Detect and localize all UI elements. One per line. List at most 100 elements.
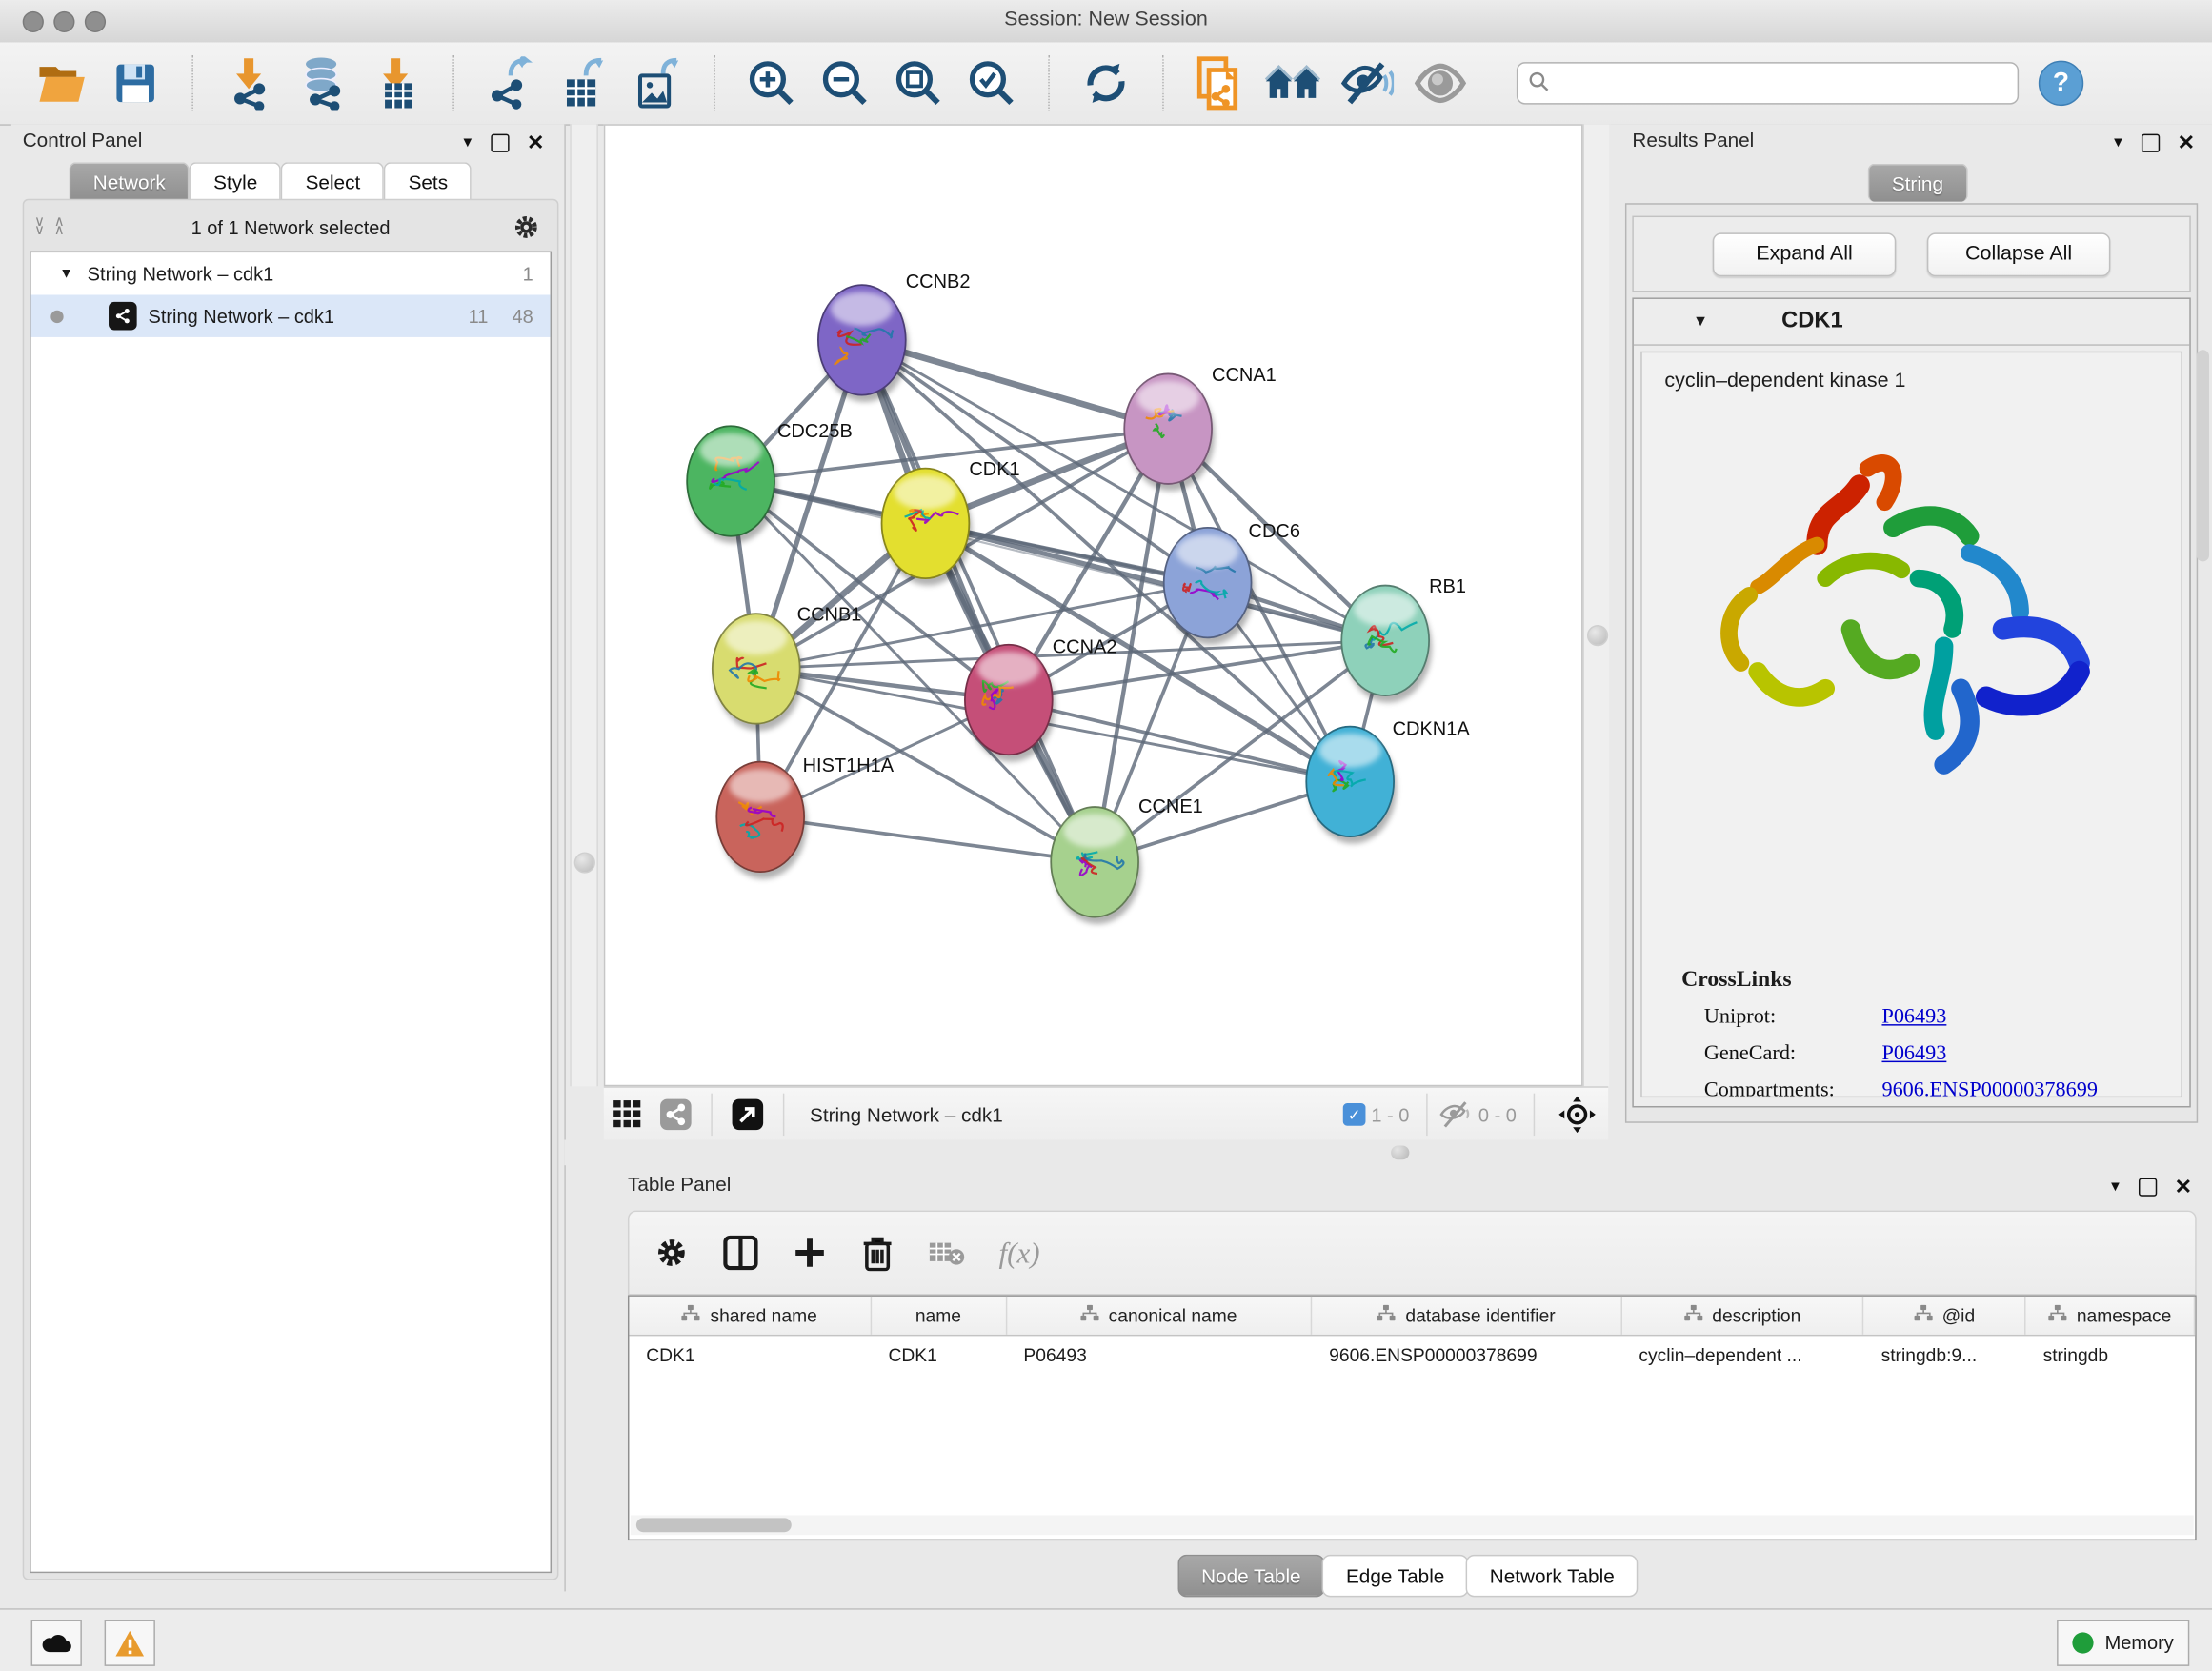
- results-scrollbar[interactable]: [2197, 350, 2209, 561]
- right-splitter-handle[interactable]: [1587, 625, 1608, 646]
- refresh-icon[interactable]: [1069, 52, 1142, 114]
- control-panel-collapse-icon[interactable]: ▼: [461, 136, 475, 151]
- main-toolbar: ?: [0, 42, 2212, 125]
- network-node-CCNB2[interactable]: CCNB2: [818, 272, 971, 402]
- crosslink-link[interactable]: 9606.ENSP00000378699: [1881, 1079, 2097, 1097]
- zoom-out-icon[interactable]: [809, 52, 882, 114]
- node-label: CDC6: [1249, 521, 1300, 542]
- import-network-icon[interactable]: [213, 52, 287, 114]
- table-row[interactable]: CDK1CDK1P064939606.ENSP00000378699cyclin…: [629, 1336, 2195, 1374]
- tab-string[interactable]: String: [1868, 164, 1968, 202]
- table-cell[interactable]: 9606.ENSP00000378699: [1312, 1336, 1621, 1374]
- column-header-name[interactable]: name: [872, 1297, 1007, 1335]
- warnings-button[interactable]: [105, 1620, 155, 1666]
- import-table-icon[interactable]: [360, 52, 433, 114]
- column-header-shared-name[interactable]: shared name: [629, 1297, 871, 1335]
- table-cell[interactable]: CDK1: [629, 1336, 871, 1374]
- network-edge[interactable]: [760, 816, 1095, 861]
- add-column-icon[interactable]: [793, 1236, 827, 1270]
- table-hscrollbar-thumb[interactable]: [636, 1518, 792, 1532]
- table-cell[interactable]: stringdb: [2026, 1336, 2195, 1374]
- column-header-id[interactable]: @id: [1864, 1297, 2026, 1335]
- network-node-CDC6[interactable]: CDC6: [1164, 521, 1300, 645]
- network-node-HIST1H1A[interactable]: HIST1H1A: [716, 755, 895, 879]
- open-in-browser-icon[interactable]: [724, 1083, 772, 1145]
- show-columns-icon[interactable]: [722, 1235, 759, 1272]
- table-cell[interactable]: stringdb:9...: [1864, 1336, 2026, 1374]
- tab-edge-table[interactable]: Edge Table: [1322, 1555, 1469, 1597]
- table-panel-collapse-icon[interactable]: ▼: [2108, 1180, 2122, 1195]
- table-cell[interactable]: cyclin–dependent ...: [1622, 1336, 1864, 1374]
- tab-sets[interactable]: Sets: [384, 162, 472, 200]
- export-table-icon[interactable]: [548, 52, 621, 114]
- collapse-all-networks-icon[interactable]: ∨∨: [30, 218, 50, 235]
- network-row[interactable]: String Network – cdk1 11 48: [31, 294, 551, 336]
- node-label: CDK1: [969, 459, 1019, 480]
- zoom-in-icon[interactable]: [735, 52, 809, 114]
- expand-all-button[interactable]: Expand All: [1713, 232, 1897, 276]
- string-network-badge-icon[interactable]: [652, 1083, 699, 1145]
- column-header-description[interactable]: description: [1622, 1297, 1864, 1335]
- clone-network-icon[interactable]: [1183, 52, 1257, 114]
- selected-checkbox-icon[interactable]: ✓: [1343, 1103, 1366, 1126]
- tab-style[interactable]: Style: [190, 162, 281, 200]
- results-panel-float-icon[interactable]: [2142, 134, 2161, 152]
- table-panel-close-icon[interactable]: ✕: [2175, 1177, 2193, 1198]
- right-splitter[interactable]: [1583, 124, 1612, 1086]
- tab-select[interactable]: Select: [281, 162, 384, 200]
- tab-node-table[interactable]: Node Table: [1177, 1555, 1325, 1597]
- left-splitter-handle[interactable]: [574, 852, 595, 873]
- search-input[interactable]: [1517, 62, 2019, 104]
- zoom-fit-icon[interactable]: [882, 52, 955, 114]
- memory-button[interactable]: Memory: [2057, 1620, 2189, 1666]
- help-button[interactable]: ?: [2039, 61, 2083, 106]
- column-header-canonical-name[interactable]: canonical name: [1007, 1297, 1313, 1335]
- network-node-CCNA1[interactable]: CCNA1: [1124, 365, 1277, 492]
- gene-section-header[interactable]: ▼ CDK1: [1634, 299, 2189, 346]
- collapse-all-button[interactable]: Collapse All: [1927, 232, 2111, 276]
- network-canvas[interactable]: CCNB2CCNA1CDC25BCDK1CDC6RB1CCNB1CCNA2CDK…: [604, 124, 1583, 1086]
- expand-all-networks-icon[interactable]: ∧∧: [50, 218, 70, 235]
- show-all-icon[interactable]: [1403, 52, 1477, 114]
- node-table[interactable]: shared namenamecanonical namedatabase id…: [628, 1295, 2197, 1540]
- cloud-button[interactable]: [31, 1620, 82, 1666]
- network-options-gear-icon[interactable]: [513, 213, 541, 242]
- gene-collapse-caret[interactable]: ▼: [1693, 313, 1708, 331]
- fit-selected-crosshair-icon[interactable]: [1546, 1083, 1608, 1145]
- hide-selected-icon[interactable]: [1330, 52, 1403, 114]
- column-header-database-identifier[interactable]: database identifier: [1312, 1297, 1621, 1335]
- string-network-graph[interactable]: CCNB2CCNA1CDC25BCDK1CDC6RB1CCNB1CCNA2CDK…: [605, 126, 1581, 1085]
- control-panel-close-icon[interactable]: ✕: [527, 132, 545, 153]
- network-collection-row[interactable]: ▼ String Network – cdk1 1: [31, 252, 551, 294]
- results-panel-collapse-icon[interactable]: ▼: [2111, 136, 2125, 151]
- crosslink-link[interactable]: P06493: [1881, 1006, 1946, 1030]
- horizontal-splitter-handle[interactable]: [1391, 1145, 1409, 1159]
- network-node-CDKN1A[interactable]: CDKN1A: [1306, 719, 1470, 844]
- first-neighbors-icon[interactable]: [1257, 52, 1330, 114]
- network-node-CCNB1[interactable]: CCNB1: [713, 605, 862, 732]
- column-header-namespace[interactable]: namespace: [2026, 1297, 2195, 1335]
- table-settings-gear-icon[interactable]: [654, 1236, 689, 1270]
- left-splitter[interactable]: [570, 124, 598, 1086]
- network-node-CCNE1[interactable]: CCNE1: [1051, 796, 1203, 924]
- zoom-selected-icon[interactable]: [955, 52, 1029, 114]
- control-panel-float-icon[interactable]: [492, 134, 510, 152]
- tab-network[interactable]: Network: [70, 162, 190, 200]
- export-image-icon[interactable]: [621, 52, 694, 114]
- tab-network-table[interactable]: Network Table: [1466, 1555, 1639, 1597]
- save-session-button[interactable]: [99, 52, 172, 114]
- table-panel-float-icon[interactable]: [2140, 1178, 2158, 1197]
- import-database-icon[interactable]: [287, 52, 360, 114]
- network-node-RB1[interactable]: RB1: [1341, 576, 1466, 703]
- crosslink-link[interactable]: P06493: [1881, 1042, 1946, 1066]
- table-hscrollbar[interactable]: [631, 1515, 2194, 1535]
- network-edge[interactable]: [862, 340, 1095, 862]
- delete-column-icon[interactable]: [860, 1235, 895, 1272]
- birds-eye-view-icon[interactable]: [604, 1083, 652, 1145]
- export-network-icon[interactable]: [474, 52, 548, 114]
- collection-expand-caret[interactable]: ▼: [59, 266, 73, 281]
- open-session-button[interactable]: [26, 52, 99, 114]
- table-cell[interactable]: P06493: [1007, 1336, 1313, 1374]
- table-cell[interactable]: CDK1: [872, 1336, 1007, 1374]
- results-panel-close-icon[interactable]: ✕: [2178, 132, 2196, 153]
